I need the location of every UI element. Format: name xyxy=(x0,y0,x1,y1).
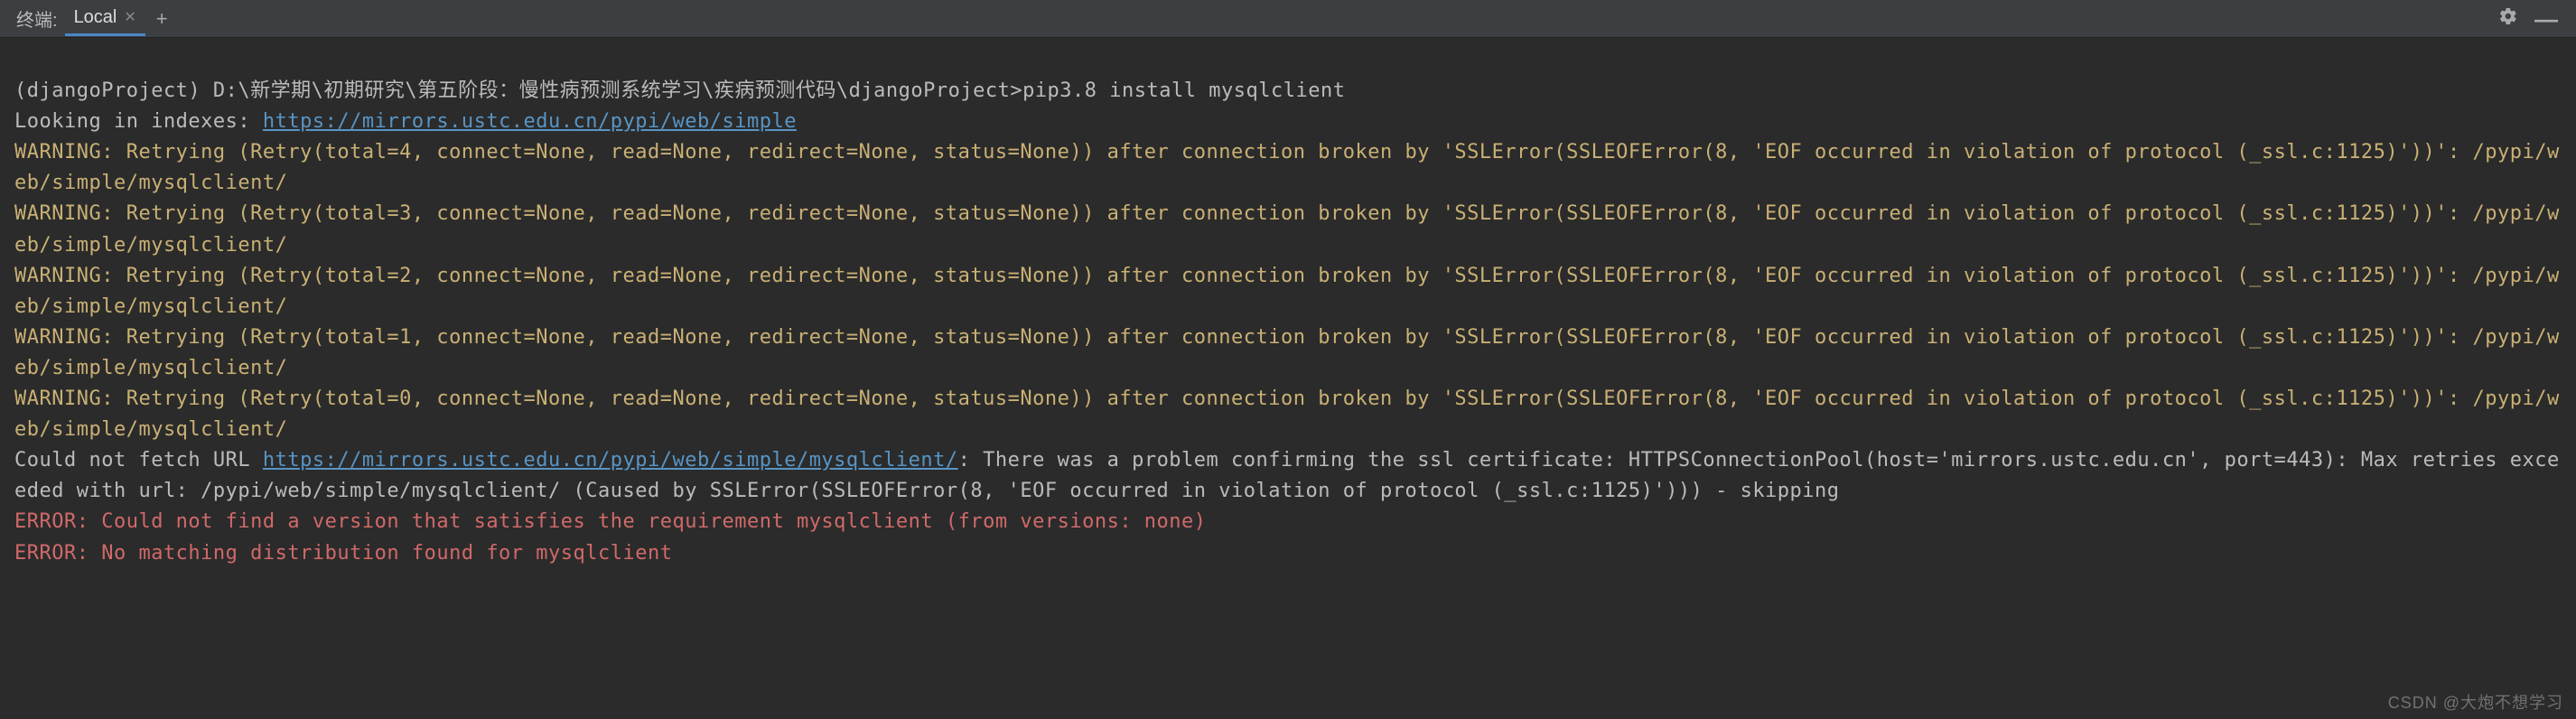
terminal-tabbar: 终端: Local ✕ + — xyxy=(0,0,2576,38)
warning-line: WARNING: Retrying (Retry(total=3, connec… xyxy=(14,202,2560,256)
tab-label: Local xyxy=(74,7,117,28)
fetch-fail-url-link[interactable]: https://mirrors.ustc.edu.cn/pypi/web/sim… xyxy=(263,449,958,472)
terminal-label: 终端: xyxy=(9,5,65,32)
index-prefix: Looking in indexes: xyxy=(14,110,263,133)
warning-line: WARNING: Retrying (Retry(total=2, connec… xyxy=(14,265,2560,318)
close-icon[interactable]: ✕ xyxy=(124,8,135,26)
watermark: CSDN @大炮不想学习 xyxy=(2388,690,2563,714)
index-url-link[interactable]: https://mirrors.ustc.edu.cn/pypi/web/sim… xyxy=(263,110,797,133)
error-line: ERROR: Could not find a version that sat… xyxy=(14,510,1207,533)
warning-line: WARNING: Retrying (Retry(total=1, connec… xyxy=(14,326,2560,379)
terminal-panel: 终端: Local ✕ + — (djangoProject) D:\新学期\初… xyxy=(0,0,2576,719)
warning-line: WARNING: Retrying (Retry(total=4, connec… xyxy=(14,141,2560,194)
terminal-tab-local[interactable]: Local ✕ xyxy=(65,2,145,36)
add-tab-button[interactable]: + xyxy=(145,7,179,31)
warning-line: WARNING: Retrying (Retry(total=0, connec… xyxy=(14,388,2560,441)
gear-icon[interactable] xyxy=(2498,6,2518,32)
command-line: (djangoProject) D:\新学期\初期研究\第五阶段：慢性病预测系统… xyxy=(14,79,1345,102)
minimize-icon[interactable]: — xyxy=(2534,7,2558,31)
fetch-fail-prefix: Could not fetch URL xyxy=(14,449,263,472)
terminal-output[interactable]: (djangoProject) D:\新学期\初期研究\第五阶段：慢性病预测系统… xyxy=(0,38,2576,719)
error-line: ERROR: No matching distribution found fo… xyxy=(14,542,673,565)
